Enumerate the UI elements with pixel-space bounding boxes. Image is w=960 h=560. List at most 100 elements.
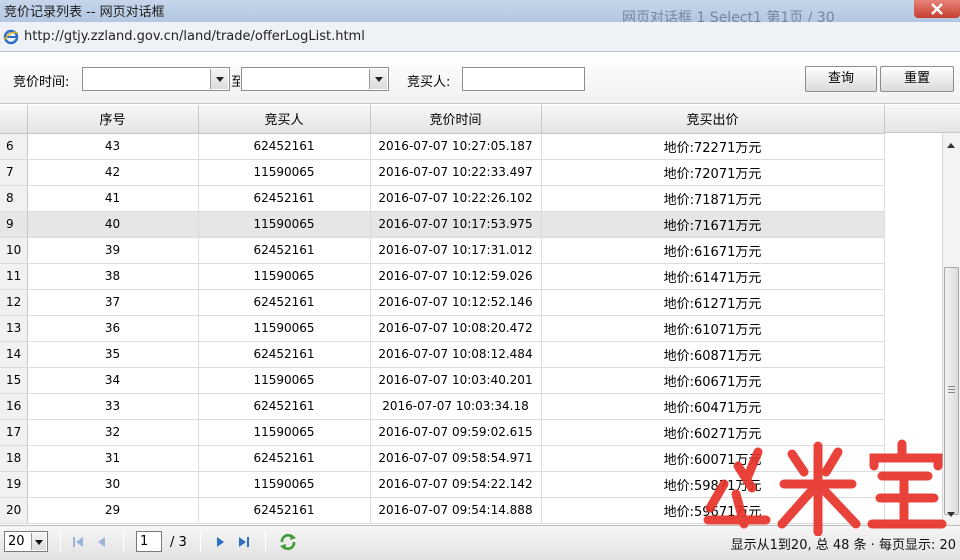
buyer-cell: 11590065 — [198, 471, 371, 498]
scroll-up-icon[interactable] — [943, 137, 960, 154]
table-row[interactable]: 19 30 11590065 2016-07-07 09:54:22.142 地价:59… — [0, 471, 885, 498]
page-number-input[interactable] — [136, 531, 162, 552]
bid-time-cell: 2016-07-07 09:54:14.888 — [370, 497, 542, 524]
table-row[interactable]: 12 37 62452161 2016-07-07 10:12:52.146 地价:61… — [0, 289, 885, 316]
bid-price-cell: 地价:60671万元 — [541, 367, 885, 394]
table-row[interactable]: 18 31 62452161 2016-07-07 09:58:54.971 地价:60… — [0, 445, 885, 472]
pagination-bar: 20 / 3 显示从1到20, 总 48 条 · 每页显示: 20 — [0, 525, 960, 560]
buyer-cell: 11590065 — [198, 419, 371, 446]
bid-time-cell: 2016-07-07 10:22:26.102 — [370, 185, 542, 212]
table-row[interactable]: 10 39 62452161 2016-07-07 10:17:31.012 地价:61… — [0, 237, 885, 264]
first-page-icon[interactable] — [70, 534, 86, 550]
buyer-cell: 11590065 — [198, 263, 371, 290]
bid-log-table: 序号 竞买人 竞价时间 竞买出价 6 43 62452161 2016-07-07 1… — [0, 105, 885, 524]
row-number-cell: 18 — [0, 445, 28, 472]
separator — [123, 532, 124, 552]
bid-time-cell: 2016-07-07 09:54:22.142 — [370, 471, 542, 498]
row-number-cell: 11 — [0, 263, 28, 290]
refresh-icon[interactable] — [278, 533, 298, 551]
row-number-cell: 20 — [0, 497, 28, 524]
buyer-cell: 11590065 — [198, 315, 371, 342]
seq-cell: 36 — [27, 315, 199, 342]
dropdown-arrow-icon[interactable] — [210, 69, 228, 89]
table-row[interactable]: 17 32 11590065 2016-07-07 09:59:02.615 地价:60… — [0, 419, 885, 446]
table-row[interactable]: 7 42 11590065 2016-07-07 10:22:33.497 地价:720… — [0, 159, 885, 186]
buyer-cell: 11590065 — [198, 159, 371, 186]
buyer-cell: 62452161 — [198, 445, 371, 472]
reset-button[interactable]: 重置 — [880, 66, 954, 92]
seq-cell: 43 — [27, 133, 199, 160]
row-number-cell: 9 — [0, 211, 28, 238]
dropdown-arrow-icon[interactable] — [369, 69, 387, 89]
seq-cell: 39 — [27, 237, 199, 264]
table-body: 6 43 62452161 2016-07-07 10:27:05.187 地价:722… — [0, 133, 885, 524]
time-to-select[interactable] — [241, 67, 389, 91]
column-header-time[interactable]: 竞价时间 — [370, 105, 542, 134]
bid-time-cell: 2016-07-07 10:03:34.18 — [370, 393, 542, 420]
last-page-icon[interactable] — [236, 534, 252, 550]
prev-page-icon[interactable] — [94, 534, 110, 550]
row-number-cell: 16 — [0, 393, 28, 420]
table-row[interactable]: 13 36 11590065 2016-07-07 10:08:20.472 地价:61… — [0, 315, 885, 342]
scroll-thumb[interactable] — [944, 267, 959, 515]
vertical-scrollbar[interactable] — [942, 133, 960, 525]
scroll-grip — [948, 386, 955, 393]
bid-price-cell: 地价:59671万元 — [541, 497, 885, 524]
bid-time-cell: 2016-07-07 09:58:54.971 — [370, 445, 542, 472]
window-titlebar: 竞价记录列表 -- 网页对话框 网页对话框 1 Select1 第1页 / 30 — [0, 0, 960, 22]
bid-price-cell: 地价:71671万元 — [541, 211, 885, 238]
pagination-info: 显示从1到20, 总 48 条 · 每页显示: 20 — [730, 538, 956, 553]
bid-price-cell: 地价:72071万元 — [541, 159, 885, 186]
table-row[interactable]: 14 35 62452161 2016-07-07 10:08:12.484 地价:60… — [0, 341, 885, 368]
bid-time-cell: 2016-07-07 10:08:20.472 — [370, 315, 542, 342]
window-title: 竞价记录列表 -- 网页对话框 — [4, 5, 165, 20]
bid-time-cell: 2016-07-07 10:17:31.012 — [370, 237, 542, 264]
query-button[interactable]: 查询 — [805, 66, 877, 92]
separator — [265, 532, 266, 552]
page-size-select[interactable]: 20 — [4, 531, 48, 552]
bid-time-cell: 2016-07-07 10:08:12.484 — [370, 341, 542, 368]
column-header-buyer[interactable]: 竞买人 — [198, 105, 371, 134]
bid-time-cell: 2016-07-07 10:03:40.201 — [370, 367, 542, 394]
bid-price-cell: 地价:60471万元 — [541, 393, 885, 420]
rownum-header — [0, 105, 28, 134]
close-button[interactable] — [914, 0, 960, 18]
column-header-price[interactable]: 竞买出价 — [541, 105, 885, 134]
buyer-cell: 62452161 — [198, 185, 371, 212]
table-row[interactable]: 6 43 62452161 2016-07-07 10:27:05.187 地价:722… — [0, 133, 885, 160]
dropdown-arrow-icon[interactable] — [31, 533, 46, 550]
seq-cell: 31 — [27, 445, 199, 472]
seq-cell: 38 — [27, 263, 199, 290]
bid-price-cell: 地价:61271万元 — [541, 289, 885, 316]
row-number-cell: 19 — [0, 471, 28, 498]
seq-cell: 40 — [27, 211, 199, 238]
table-row[interactable]: 11 38 11590065 2016-07-07 10:12:59.026 地价:61… — [0, 263, 885, 290]
bid-time-cell: 2016-07-07 10:17:53.975 — [370, 211, 542, 238]
background-window-text: 网页对话框 1 Select1 第1页 / 30 — [622, 10, 835, 22]
seq-cell: 42 — [27, 159, 199, 186]
seq-cell: 37 — [27, 289, 199, 316]
table-row[interactable]: 8 41 62452161 2016-07-07 10:22:26.102 地价:718… — [0, 185, 885, 212]
address-url[interactable]: http://gtjy.zzland.gov.cn/land/trade/off… — [24, 29, 365, 44]
buyer-cell: 62452161 — [198, 237, 371, 264]
row-number-cell: 10 — [0, 237, 28, 264]
buyer-cell: 62452161 — [198, 341, 371, 368]
row-number-cell: 15 — [0, 367, 28, 394]
table-row[interactable]: 20 29 62452161 2016-07-07 09:54:14.888 地价:59… — [0, 497, 885, 524]
bid-time-cell: 2016-07-07 10:27:05.187 — [370, 133, 542, 160]
column-header-seq[interactable]: 序号 — [27, 105, 199, 134]
scroll-down-icon[interactable] — [943, 506, 960, 523]
time-from-select[interactable] — [82, 67, 230, 91]
row-number-cell: 13 — [0, 315, 28, 342]
close-icon — [931, 3, 943, 15]
table-row[interactable]: 15 34 11590065 2016-07-07 10:03:40.201 地价:60… — [0, 367, 885, 394]
address-bar: http://gtjy.zzland.gov.cn/land/trade/off… — [0, 22, 960, 52]
next-page-icon[interactable] — [212, 534, 228, 550]
ie-icon — [3, 29, 19, 45]
table-row[interactable]: 9 40 11590065 2016-07-07 10:17:53.975 地价:716… — [0, 211, 885, 238]
table-row[interactable]: 16 33 62452161 2016-07-07 10:03:34.18 地价:604… — [0, 393, 885, 420]
buyer-input[interactable] — [462, 67, 585, 91]
seq-cell: 33 — [27, 393, 199, 420]
seq-cell: 35 — [27, 341, 199, 368]
total-pages: / 3 — [170, 535, 187, 550]
